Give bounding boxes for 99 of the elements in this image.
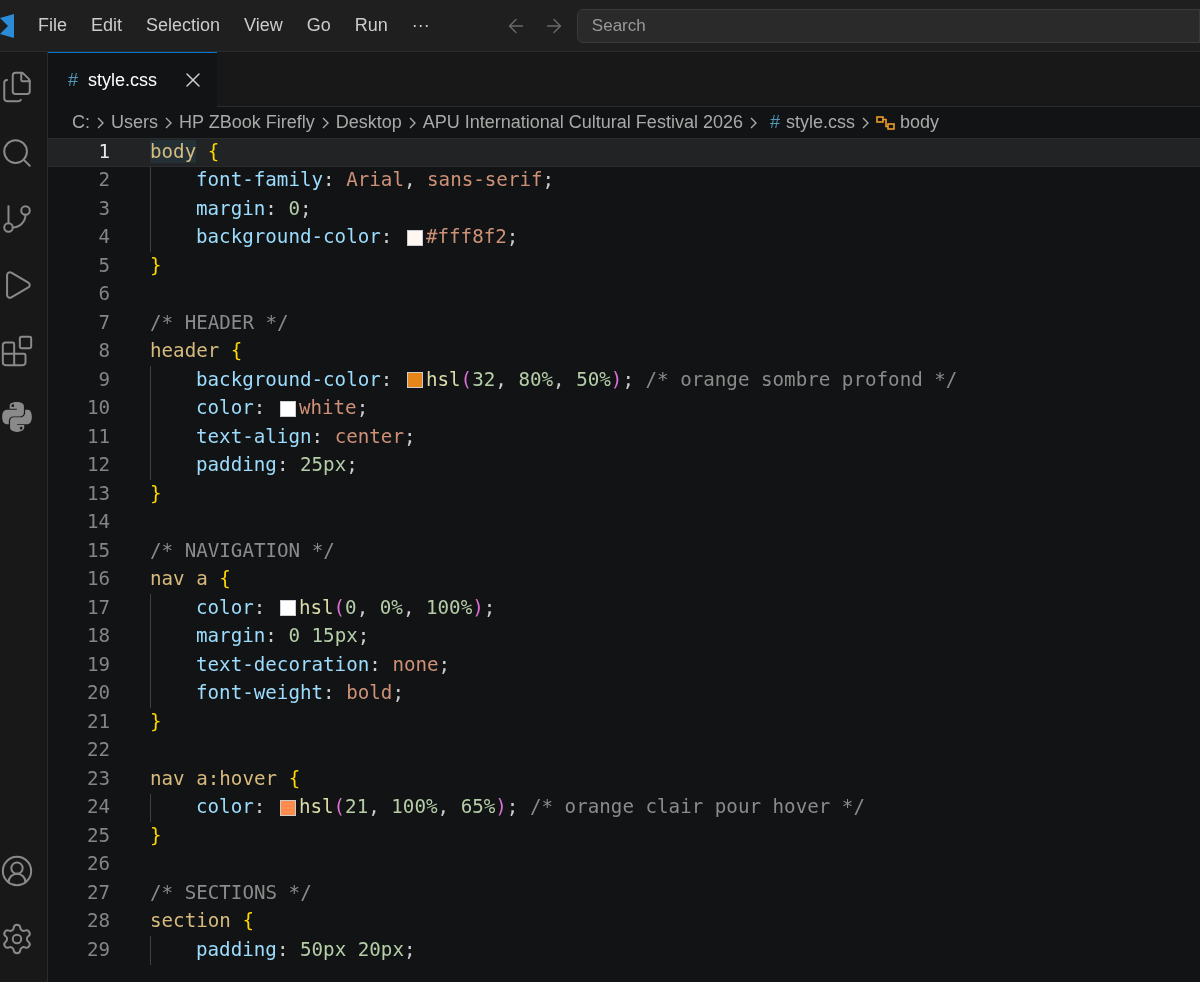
line-number: 1 <box>97 138 110 165</box>
menu-item[interactable]: Edit <box>80 12 134 39</box>
line-number: 20 <box>85 680 110 707</box>
breadcrumb-item[interactable]: body <box>899 109 939 136</box>
line-number: 15 <box>85 537 110 564</box>
line-number: 19 <box>85 651 110 678</box>
line-number: 18 <box>85 623 110 650</box>
line-number: 27 <box>85 879 110 906</box>
code-text: margin: 0 15px; <box>196 623 370 650</box>
line-number: 2 <box>97 167 110 194</box>
code-text: /* SECTIONS */ <box>150 879 312 906</box>
line-number: 10 <box>85 395 110 422</box>
code-text: section { <box>150 908 254 935</box>
code-text: } <box>150 252 162 279</box>
code-text: text-decoration: none; <box>196 651 451 678</box>
line-number: 7 <box>97 309 110 336</box>
code-text: nav a:hover { <box>150 765 301 792</box>
code-text: font-family: Arial, sans-serif; <box>196 167 555 194</box>
menu-item[interactable]: Go <box>295 12 342 39</box>
css-file-icon: # <box>769 109 780 136</box>
line-number: 6 <box>97 281 110 308</box>
chevron-icon <box>408 116 416 129</box>
code-text: font-weight: bold; <box>196 680 404 707</box>
chevron-icon <box>165 116 172 129</box>
code-text: /* HEADER */ <box>150 309 289 336</box>
code-text: #fff8f2; <box>425 224 519 251</box>
line-number: 9 <box>97 366 110 393</box>
menu-item[interactable]: ··· <box>400 12 441 39</box>
code-text: hsl(32, 80%, 50%); /* orange sombre profond */ <box>425 366 958 393</box>
line-number: 12 <box>85 452 110 479</box>
code-text: background-color: <box>196 366 394 393</box>
code-text: color: <box>196 395 267 422</box>
code-text: hsl(21, 100%, 65%); /* orange clair pour hover */ <box>298 794 865 821</box>
line-number: 24 <box>85 794 110 821</box>
python-icon[interactable] <box>0 400 34 434</box>
color-swatch-icon[interactable] <box>279 799 296 816</box>
code-text: } <box>150 480 162 507</box>
breadcrumb-item[interactable]: style.css <box>785 109 855 136</box>
line-number: 21 <box>85 708 110 735</box>
code-text: nav a { <box>150 566 231 593</box>
code-text: } <box>150 708 162 735</box>
app-logo-icon <box>0 13 14 38</box>
line-number: 11 <box>85 423 110 450</box>
line-number: 17 <box>85 594 110 621</box>
line-number: 26 <box>85 851 110 878</box>
search-icon[interactable] <box>0 136 34 170</box>
color-swatch-icon[interactable] <box>406 372 423 389</box>
chevron-icon <box>97 116 104 129</box>
menu-item[interactable]: File <box>27 12 78 39</box>
line-number: 8 <box>97 338 110 365</box>
source-control-icon[interactable] <box>0 202 34 236</box>
breadcrumb-item[interactable]: C: <box>72 109 90 136</box>
chevron-icon <box>749 116 757 129</box>
breadcrumb-item[interactable]: APU International Cultural Festival 2026 <box>422 109 743 136</box>
code-text: background-color: <box>196 224 394 251</box>
breadcrumb-item[interactable]: Users <box>111 109 158 136</box>
breadcrumb-item[interactable]: HP ZBook Firefly <box>179 109 315 136</box>
line-number: 14 <box>85 509 110 536</box>
code-text: white; <box>298 395 369 422</box>
code-text: text-align: center; <box>196 423 416 450</box>
code-text: padding: 50px 20px; <box>196 936 416 963</box>
code-text: header { <box>150 338 243 365</box>
editor-tab[interactable]: # style.css <box>48 52 218 107</box>
code-text: color: <box>196 594 267 621</box>
code-text: color: <box>196 794 267 821</box>
line-number: 25 <box>85 822 110 849</box>
breadcrumb-item[interactable]: Desktop <box>335 109 402 136</box>
line-number: 23 <box>85 765 110 792</box>
menu-item[interactable]: Run <box>343 12 399 39</box>
code-text: margin: 0; <box>196 195 312 222</box>
settings-icon[interactable] <box>0 922 34 956</box>
line-number: 16 <box>85 566 110 593</box>
search-box[interactable]: Search <box>576 8 1200 43</box>
line-number: 13 <box>85 480 110 507</box>
code-text: hsl(0, 0%, 100%); <box>298 594 496 621</box>
line-number: 22 <box>85 737 110 764</box>
code-text: padding: 25px; <box>196 452 358 479</box>
line-number: 4 <box>97 224 110 251</box>
tab-label: style.css <box>88 68 158 92</box>
search-field[interactable]: Search <box>591 12 1199 39</box>
menu-item[interactable]: Selection <box>135 12 232 39</box>
line-number: 5 <box>97 252 110 279</box>
account-icon[interactable] <box>0 854 34 888</box>
color-swatch-icon[interactable] <box>406 229 423 246</box>
chevron-icon <box>861 116 869 129</box>
symbol-icon <box>875 114 896 131</box>
code-text: body { <box>150 138 220 165</box>
color-swatch-icon[interactable] <box>279 600 296 617</box>
chevron-icon <box>321 116 329 129</box>
menu-item[interactable]: View <box>233 12 294 39</box>
line-number: 29 <box>85 936 110 963</box>
extensions-icon[interactable] <box>0 334 34 368</box>
code-text: } <box>150 822 162 849</box>
code-text: /* NAVIGATION */ <box>150 537 335 564</box>
line-number: 3 <box>97 195 110 222</box>
css-file-icon: # <box>68 66 78 94</box>
line-number: 28 <box>85 908 110 935</box>
color-swatch-icon[interactable] <box>279 400 296 417</box>
explorer-icon[interactable] <box>0 70 34 104</box>
